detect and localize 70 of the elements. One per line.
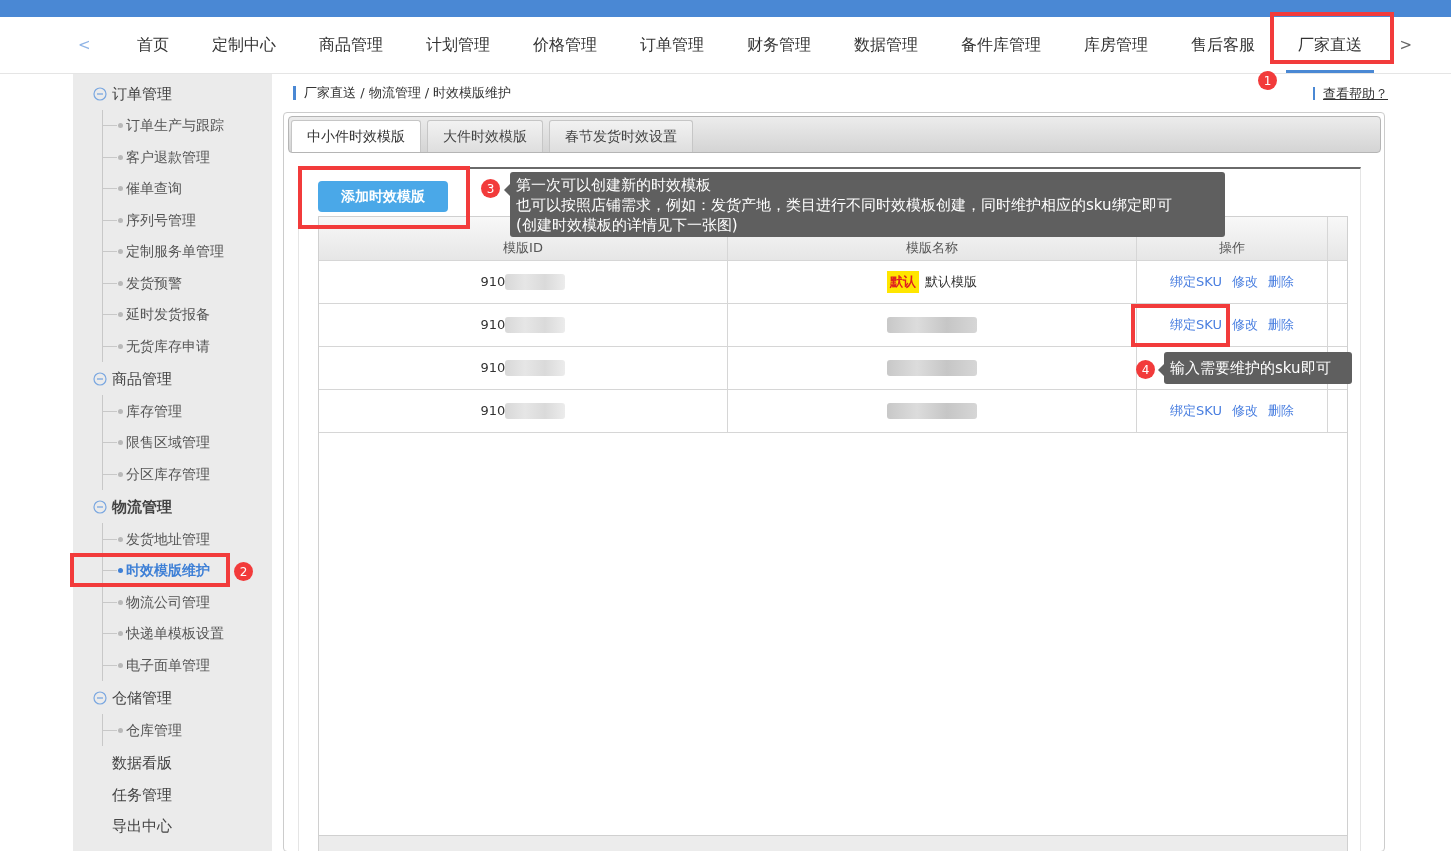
nav-item[interactable]: 售后客服 [1179, 17, 1268, 73]
sidebar-item[interactable]: 数据看版 [73, 747, 272, 779]
sidebar-item[interactable]: 限售区域管理 [103, 426, 210, 458]
collapse-icon[interactable] [93, 372, 107, 387]
action-link[interactable]: 删除 [1267, 315, 1294, 335]
sidebar-item[interactable]: 发货地址管理 [103, 523, 210, 555]
sidebar-item[interactable]: 任务管理 [73, 779, 272, 811]
sidebar-item[interactable]: 定制服务单管理 [103, 235, 224, 267]
nav-item[interactable]: 备件库管理 [949, 17, 1054, 73]
action-link[interactable]: 删除 [1267, 272, 1294, 292]
action-link[interactable]: 修改 [1231, 272, 1258, 292]
tooltip-text: 输入需要维护的sku即可 [1170, 358, 1332, 378]
nav-item[interactable]: 库房管理 [1072, 17, 1161, 73]
table-cell-text: 910 [480, 273, 506, 292]
step-badge: 3 [481, 179, 500, 198]
nav-item[interactable]: 首页 [125, 17, 182, 73]
sidebar-item[interactable]: 客户退款管理 [103, 141, 210, 173]
sidebar-item[interactable]: 无货库存申请 [103, 330, 210, 362]
sidebar-item[interactable]: 序列号管理 [103, 204, 196, 236]
nav-item[interactable]: 商品管理 [307, 17, 396, 73]
sidebar-item[interactable]: 仓库管理 [103, 714, 182, 746]
next-arrow[interactable]: > [1397, 33, 1415, 57]
sidebar-group[interactable]: 物流管理 [73, 491, 272, 523]
tooltip-text: 也可以按照店铺需求，例如：发货产地，类目进行不同时效模板创建，同时维护相应的sku绑定即可 [516, 195, 1173, 215]
sidebar-item[interactable]: 时效模版维护 [103, 554, 210, 586]
table-cell-text: 910 [480, 402, 506, 421]
sidebar-item[interactable]: 电子面单管理 [103, 649, 210, 681]
action-link[interactable]: 修改 [1231, 401, 1258, 421]
nav-item[interactable]: 财务管理 [735, 17, 824, 73]
nav-item[interactable]: 定制中心 [200, 17, 289, 73]
column-header: 模版名称 [906, 238, 958, 257]
tab[interactable]: 大件时效模版 [427, 120, 543, 152]
table-cell-text: 910 [480, 359, 506, 378]
sidebar-item[interactable]: 物流公司管理 [103, 586, 210, 618]
tooltip-text: (创建时效模板的详情见下一张图) [516, 215, 739, 235]
sidebar-item[interactable]: 延时发货报备 [103, 298, 210, 330]
collapse-icon[interactable] [93, 691, 107, 706]
tab[interactable]: 春节发货时效设置 [549, 120, 693, 152]
tooltip-text: 第一次可以创建新的时效模板 [516, 175, 712, 195]
action-link[interactable]: 绑定SKU [1170, 272, 1222, 292]
column-header: 模版ID [503, 238, 543, 257]
sidebar-item[interactable]: 分区库存管理 [103, 458, 210, 490]
nav-item[interactable]: 厂家直送 [1286, 17, 1375, 73]
sidebar-item[interactable]: 发货预警 [103, 267, 182, 299]
action-link[interactable]: 绑定SKU [1170, 401, 1222, 421]
sidebar-item[interactable]: 快递单模板设置 [103, 617, 224, 649]
nav-item[interactable]: 价格管理 [521, 17, 610, 73]
nav-item[interactable]: 计划管理 [414, 17, 503, 73]
sidebar-item[interactable]: 库存管理 [103, 395, 182, 427]
tab[interactable]: 中小件时效模版 [291, 120, 421, 152]
sidebar-group[interactable]: 订单管理 [73, 78, 272, 110]
table-cell-text: 默认模版 [925, 273, 977, 292]
sidebar-group[interactable]: 商品管理 [73, 363, 272, 395]
action-link[interactable]: 修改 [1231, 315, 1258, 335]
table-cell-text: 910 [480, 316, 506, 335]
collapse-icon[interactable] [93, 500, 107, 515]
column-header: 操作 [1219, 238, 1245, 257]
help-link[interactable]: 查看帮助？ [1313, 86, 1388, 100]
collapse-icon[interactable] [93, 86, 107, 101]
sidebar-item[interactable]: 订单生产与跟踪 [103, 109, 224, 141]
step-badge: 1 [1258, 71, 1277, 90]
nav-item[interactable]: 数据管理 [842, 17, 931, 73]
breadcrumb: 厂家直送 / 物流管理 / 时效模版维护 [293, 86, 512, 100]
action-link[interactable]: 绑定SKU [1170, 315, 1222, 335]
sidebar-group[interactable]: 仓储管理 [73, 682, 272, 714]
default-tag: 默认 [887, 271, 919, 293]
action-link[interactable]: 删除 [1267, 401, 1294, 421]
sidebar-item[interactable]: 导出中心 [73, 810, 272, 842]
sidebar-item[interactable]: 催单查询 [103, 172, 182, 204]
nav-item[interactable]: 订单管理 [628, 17, 717, 73]
